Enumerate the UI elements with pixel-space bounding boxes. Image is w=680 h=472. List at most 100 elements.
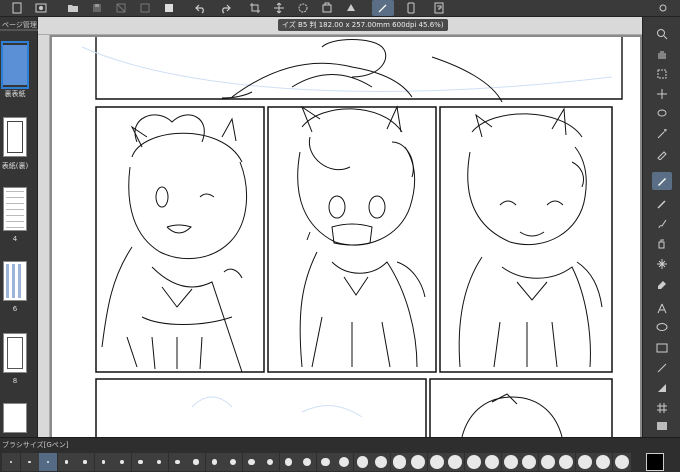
brush-size-option[interactable] <box>316 453 335 471</box>
magic-wand-icon[interactable] <box>652 125 672 143</box>
brush-size-option[interactable] <box>150 453 168 471</box>
brush-size-dot <box>302 457 312 467</box>
page-thumb-10[interactable] <box>3 403 27 433</box>
page-thumb-8[interactable] <box>3 333 27 373</box>
brush-size-option[interactable] <box>57 453 76 471</box>
text-icon[interactable] <box>652 299 672 317</box>
brush-size-option[interactable] <box>224 453 242 471</box>
character-panel-2 <box>297 105 426 368</box>
transform-icon[interactable] <box>114 2 128 14</box>
tool-palette <box>642 17 680 437</box>
brush-size-dot <box>577 455 592 469</box>
brush-size-option[interactable] <box>335 453 353 471</box>
page-label: 裏表紙 <box>4 90 26 98</box>
line-icon[interactable] <box>652 359 672 377</box>
brush-size-option[interactable] <box>168 453 187 471</box>
panel-settings-icon[interactable] <box>656 2 670 14</box>
brush-icon[interactable] <box>652 215 672 233</box>
selection-icon[interactable] <box>652 65 672 83</box>
brush-size-option[interactable] <box>94 453 113 471</box>
brush-size-option[interactable] <box>575 453 594 471</box>
eyedropper-icon[interactable] <box>652 145 672 163</box>
canvas-area[interactable]: イズ B5 判 182.00 x 257.00mm 600dpi 45.6%) <box>38 17 642 437</box>
pen-icon[interactable] <box>652 172 672 190</box>
brush-size-dot <box>138 459 143 465</box>
brush-size-dot <box>156 459 162 465</box>
brush-size-option[interactable] <box>298 453 316 471</box>
lasso-icon[interactable] <box>652 105 672 123</box>
file-icon[interactable] <box>34 2 48 14</box>
new-icon[interactable] <box>10 2 24 14</box>
page-thumb-4[interactable] <box>3 187 27 231</box>
help-icon[interactable] <box>432 2 446 14</box>
brush-size-option[interactable] <box>464 453 483 471</box>
decoration-icon[interactable] <box>652 255 672 273</box>
brush-size-option[interactable] <box>187 453 205 471</box>
brush-size-dot <box>28 460 31 464</box>
balloon-icon[interactable] <box>652 319 672 337</box>
brush-size-option[interactable] <box>20 453 39 471</box>
brush-size-option[interactable] <box>390 453 409 471</box>
brush-size-option[interactable] <box>557 453 575 471</box>
page-thumb-6[interactable] <box>3 261 27 301</box>
brush-size-dot <box>46 460 50 464</box>
brush-size-dot <box>540 455 555 469</box>
grid-icon[interactable] <box>652 399 672 417</box>
fill-icon[interactable] <box>162 2 176 14</box>
page-thumb-back-cover[interactable] <box>3 45 27 85</box>
brush-size-option[interactable] <box>261 453 279 471</box>
brush-size-option[interactable] <box>501 453 520 471</box>
brush-size-option[interactable] <box>205 453 224 471</box>
brush-size-option[interactable] <box>594 453 612 471</box>
brush-size-option[interactable] <box>242 453 261 471</box>
main-color-swatch[interactable] <box>646 453 664 471</box>
active-pen-icon[interactable] <box>372 0 394 16</box>
undo-icon[interactable] <box>194 2 208 14</box>
crop-icon[interactable] <box>248 2 262 14</box>
page-thumb-cover-inner[interactable] <box>3 117 27 157</box>
brush-size-dot <box>356 456 369 468</box>
frame-icon[interactable] <box>652 339 672 357</box>
save-icon[interactable] <box>90 2 104 14</box>
pencil-icon[interactable] <box>652 195 672 213</box>
ruler-icon[interactable] <box>652 379 672 397</box>
gradient-icon[interactable] <box>652 417 672 435</box>
zoom-icon[interactable] <box>652 25 672 43</box>
page-label: 6 <box>12 305 18 313</box>
redo-icon[interactable] <box>218 2 232 14</box>
snap-icon[interactable] <box>344 2 358 14</box>
command-bar <box>0 0 680 17</box>
brush-size-option[interactable] <box>353 453 372 471</box>
device-icon[interactable] <box>404 2 418 14</box>
open-icon[interactable] <box>66 2 80 14</box>
brush-size-option[interactable] <box>39 453 57 471</box>
rotate-icon[interactable] <box>296 2 310 14</box>
brush-size-dot <box>485 455 499 469</box>
brush-size-option[interactable] <box>483 453 501 471</box>
brush-size-option[interactable] <box>409 453 427 471</box>
brush-size-option[interactable] <box>76 453 94 471</box>
manga-page[interactable] <box>52 37 640 437</box>
move-tool-icon[interactable] <box>652 85 672 103</box>
brush-size-option[interactable] <box>113 453 131 471</box>
clear-icon[interactable] <box>138 2 152 14</box>
brush-size-dot <box>120 460 124 464</box>
brush-size-option[interactable] <box>446 453 464 471</box>
airbrush-icon[interactable] <box>652 235 672 253</box>
brush-size-option[interactable] <box>538 453 557 471</box>
brush-size-option[interactable] <box>520 453 538 471</box>
hand-icon[interactable] <box>652 45 672 63</box>
page-panel-title: ページ管理 <box>2 21 37 29</box>
move-icon[interactable] <box>272 2 286 14</box>
brush-size-option[interactable] <box>2 453 20 471</box>
select-icon[interactable] <box>320 2 334 14</box>
brush-size-panel: ブラシサイズ[Gペン] <box>0 437 680 472</box>
brush-size-option[interactable] <box>279 453 298 471</box>
brush-size-option[interactable] <box>612 453 631 471</box>
ruler-top: イズ B5 判 182.00 x 257.00mm 600dpi 45.6%) <box>38 17 642 35</box>
eraser-icon[interactable] <box>652 275 672 293</box>
brush-size-option[interactable] <box>427 453 446 471</box>
brush-size-option[interactable] <box>131 453 150 471</box>
document-tab[interactable]: イズ B5 判 182.00 x 257.00mm 600dpi 45.6%) <box>278 19 448 31</box>
brush-size-option[interactable] <box>372 453 390 471</box>
